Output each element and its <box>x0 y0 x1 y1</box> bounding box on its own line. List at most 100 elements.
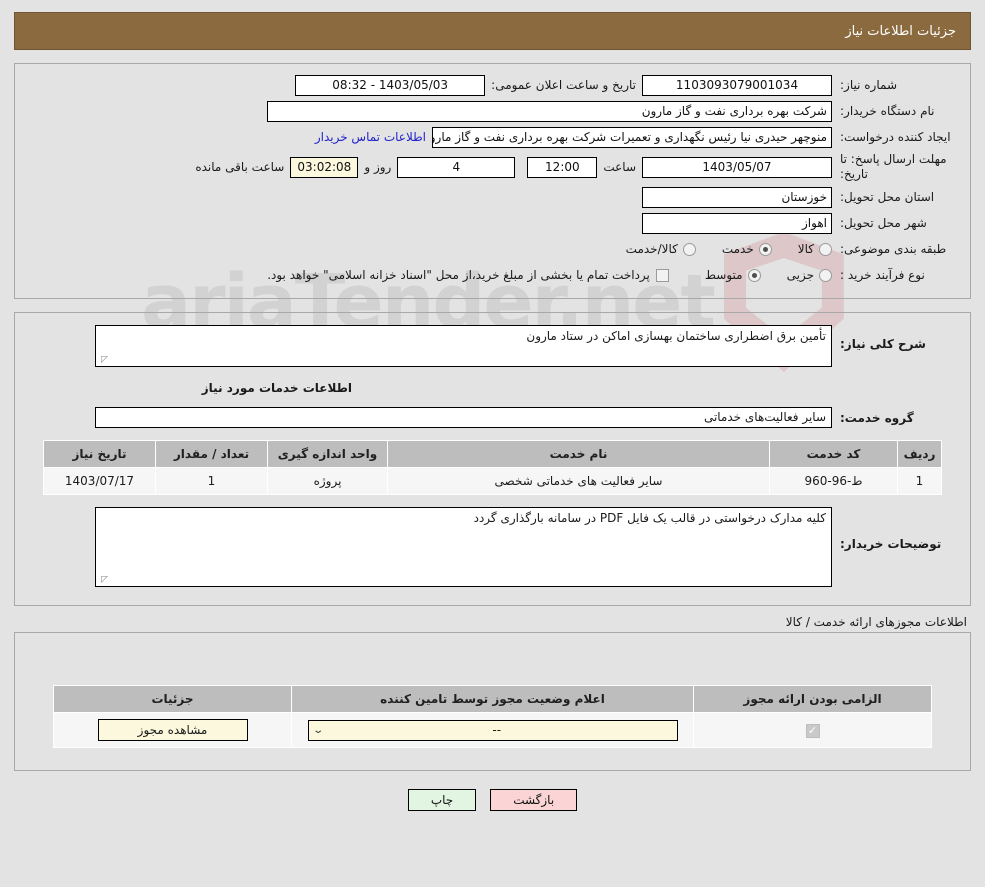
province-field[interactable]: خوزستان <box>642 186 832 208</box>
buyer-notes-textarea[interactable]: کلیه مدارک درخواستی در قالب یک فایل PDF … <box>95 507 832 587</box>
deadline-date-field[interactable]: 1403/05/07 <box>642 156 832 178</box>
cell-service-name: سایر فعالیت های خدماتی شخصی <box>387 467 770 495</box>
buyer-notes-row: توضیحات خریدار: کلیه مدارک درخواستی در ق… <box>25 507 960 587</box>
license-status-select[interactable]: ⌄ -- <box>307 719 678 741</box>
buyer-org-row: نام دستگاه خریدار: شرکت بهره برداری نفت … <box>25 100 960 122</box>
items-table-header-row: ردیف کد خدمت نام خدمت واحد اندازه گیری ت… <box>43 440 942 468</box>
radio-icon-minor[interactable] <box>819 268 832 282</box>
service-group-row: گروه خدمت: سایر فعالیت‌های خدماتی <box>25 407 960 428</box>
col-quantity: تعداد / مقدار <box>155 440 268 468</box>
city-row: شهر محل تحویل: اهواز <box>25 212 960 234</box>
services-section-title: اطلاعات خدمات مورد نیاز <box>201 381 352 395</box>
category-option-goods-service-label: کالا/خدمت <box>625 242 678 256</box>
city-field[interactable]: اهواز <box>642 212 832 234</box>
license-status-value: -- <box>492 722 502 737</box>
col-license-details: جزئیات <box>53 685 292 713</box>
cell-row-no: 1 <box>897 467 942 495</box>
province-label: استان محل تحویل: <box>840 189 935 204</box>
service-group-field[interactable]: سایر فعالیت‌های خدماتی <box>95 407 832 428</box>
checkbox-checked-icon: ✓ <box>805 723 820 738</box>
creator-field[interactable]: منوچهر حیدری نیا رئیس نگهداری و تعمیرات … <box>432 126 832 148</box>
resize-handle-icon[interactable]: ◸ <box>98 355 108 365</box>
city-label: شهر محل تحویل: <box>840 215 927 230</box>
table-row: 1 ط-96-960 سایر فعالیت های خدماتی شخصی پ… <box>43 467 942 495</box>
category-option-goods-service[interactable]: کالا/خدمت <box>626 242 696 256</box>
cell-license-required: ✓ <box>693 712 932 748</box>
need-summary-panel: شماره نیاز: 1103093079001034 تاریخ و ساع… <box>14 63 971 299</box>
category-option-goods[interactable]: کالا <box>798 242 832 256</box>
category-row: طبقه بندی موضوعی: کالا خدمت کالا/خدمت <box>25 238 960 260</box>
process-option-minor-label: جزیی <box>786 268 814 282</box>
process-label: نوع فرآیند خرید : <box>840 267 925 282</box>
cell-quantity: 1 <box>155 467 268 495</box>
deadline-row: مهلت ارسال پاسخ: تا تاریخ: 1403/05/07 سا… <box>25 152 960 182</box>
announce-datetime-field[interactable]: 1403/05/03 - 08:32 <box>295 74 486 96</box>
buyer-notes-value: کلیه مدارک درخواستی در قالب یک فایل PDF … <box>473 511 826 525</box>
creator-label: ایجاد کننده درخواست: <box>840 129 951 144</box>
service-group-label: گروه خدمت: <box>840 410 914 425</box>
cell-need-date: 1403/07/17 <box>43 467 156 495</box>
buyer-org-label: نام دستگاه خریدار: <box>840 103 935 118</box>
process-option-minor[interactable]: جزیی <box>787 268 832 282</box>
deadline-hour-field[interactable]: 12:00 <box>527 156 598 178</box>
category-option-service[interactable]: خدمت <box>722 242 772 256</box>
back-button[interactable]: بازگشت <box>490 789 578 811</box>
licenses-table: الزامی بودن ارائه مجوز اعلام وضعیت مجوز … <box>53 685 932 748</box>
treasury-note: پرداخت تمام یا بخشی از مبلغ خرید،از محل … <box>267 268 650 282</box>
col-row-no: ردیف <box>897 440 942 468</box>
radio-icon-goods-service[interactable] <box>682 242 696 256</box>
radio-icon-service[interactable] <box>758 242 772 256</box>
category-option-goods-label: کالا <box>797 242 814 256</box>
general-desc-value: تأمین برق اضطراری ساختمان بهسازی اماکن د… <box>526 329 826 343</box>
need-number-label: شماره نیاز: <box>840 77 897 92</box>
col-service-code: کد خدمت <box>769 440 898 468</box>
cell-license-status: ⌄ -- <box>291 712 694 748</box>
items-table: ردیف کد خدمت نام خدمت واحد اندازه گیری ت… <box>43 440 942 495</box>
category-label: طبقه بندی موضوعی: <box>840 241 947 256</box>
chevron-down-icon: ⌄ <box>311 724 324 736</box>
process-option-medium-label: متوسط <box>704 268 743 282</box>
buyer-contact-link[interactable]: اطلاعات تماس خریدار <box>309 130 432 144</box>
col-license-status: اعلام وضعیت مجوز توسط تامین کننده <box>291 685 694 713</box>
deadline-label: مهلت ارسال پاسخ: تا تاریخ: <box>840 152 947 181</box>
items-table-wrapper: ردیف کد خدمت نام خدمت واحد اندازه گیری ت… <box>25 440 960 497</box>
cell-service-code: ط-96-960 <box>769 467 898 495</box>
buyer-org-field[interactable]: شرکت بهره برداری نفت و گاز مارون <box>267 100 832 122</box>
page-header: جزئیات اطلاعات نیاز <box>14 12 971 50</box>
col-need-date: تاریخ نیاز <box>43 440 156 468</box>
need-number-field[interactable]: 1103093079001034 <box>642 74 832 96</box>
col-unit: واحد اندازه گیری <box>267 440 388 468</box>
print-button[interactable]: چاپ <box>407 789 477 811</box>
hour-label: ساعت <box>603 160 636 174</box>
general-desc-row: شرح کلی نیاز: تأمین برق اضطراری ساختمان … <box>25 325 960 367</box>
licenses-caption: اطلاعات مجوزهای ارائه خدمت / کالا <box>785 615 967 629</box>
days-label: روز و <box>364 160 392 174</box>
buyer-notes-label: توضیحات خریدار: <box>840 537 942 551</box>
footer-actions: بازگشت چاپ <box>0 789 985 811</box>
radio-icon-medium[interactable] <box>747 268 761 282</box>
category-radio-group: کالا خدمت کالا/خدمت <box>626 242 832 256</box>
radio-icon-goods[interactable] <box>819 242 832 256</box>
licenses-table-header-row: الزامی بودن ارائه مجوز اعلام وضعیت مجوز … <box>53 685 932 713</box>
page-title: جزئیات اطلاعات نیاز <box>845 23 956 39</box>
remaining-label: ساعت باقی مانده <box>195 160 285 174</box>
licenses-panel: الزامی بودن ارائه مجوز اعلام وضعیت مجوز … <box>14 632 971 771</box>
treasury-checkbox[interactable] <box>655 268 669 282</box>
col-license-required: الزامی بودن ارائه مجوز <box>693 685 932 713</box>
need-details-panel: شرح کلی نیاز: تأمین برق اضطراری ساختمان … <box>14 312 971 606</box>
process-radio-group: جزیی متوسط <box>705 268 832 282</box>
remaining-days-field[interactable]: 4 <box>397 156 516 178</box>
process-option-medium[interactable]: متوسط <box>705 268 761 282</box>
category-option-service-label: خدمت <box>721 242 754 256</box>
province-row: استان محل تحویل: خوزستان <box>25 186 960 208</box>
general-desc-textarea[interactable]: تأمین برق اضطراری ساختمان بهسازی اماکن د… <box>95 325 832 367</box>
creator-row: ایجاد کننده درخواست: منوچهر حیدری نیا رئ… <box>25 126 960 148</box>
need-number-row: شماره نیاز: 1103093079001034 تاریخ و ساع… <box>25 74 960 96</box>
cell-license-details: مشاهده مجوز <box>53 712 292 748</box>
countdown-field: 03:02:08 <box>290 156 359 178</box>
view-license-button[interactable]: مشاهده مجوز <box>97 719 248 741</box>
table-row: ✓ ⌄ -- مشاهده مجوز <box>53 712 932 748</box>
col-service-name: نام خدمت <box>387 440 770 468</box>
process-row: نوع فرآیند خرید : جزیی متوسط پرداخت تمام… <box>25 264 960 286</box>
resize-handle-icon-notes[interactable]: ◸ <box>98 575 108 585</box>
